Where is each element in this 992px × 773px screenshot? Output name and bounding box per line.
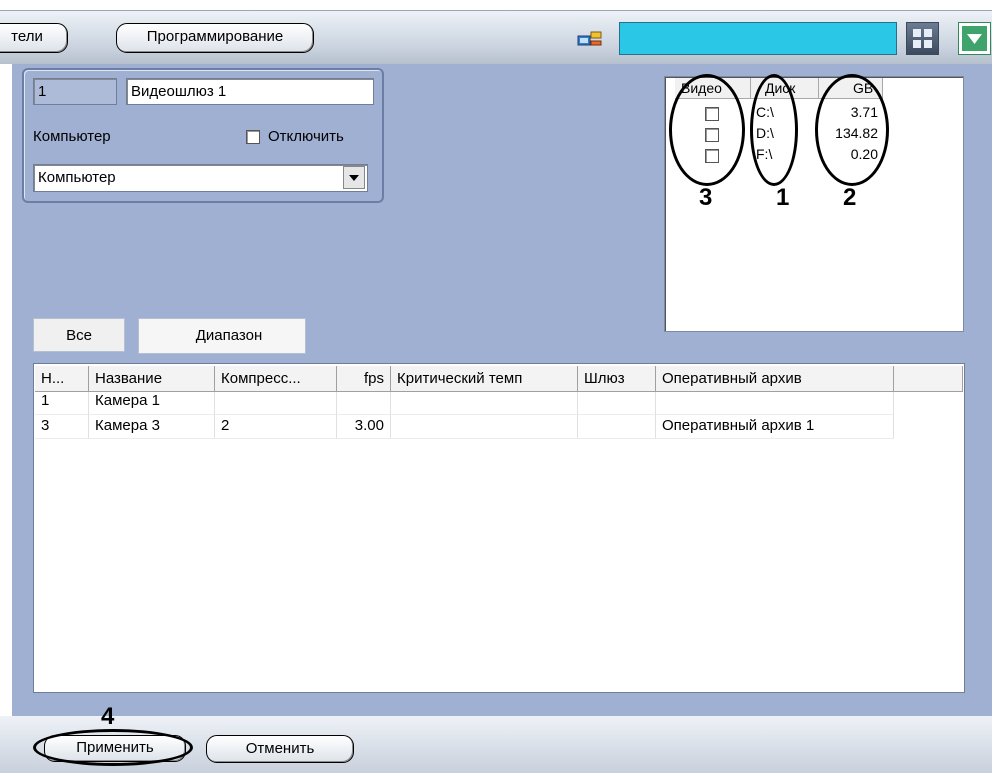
tab-partial-button[interactable]: тели [0, 23, 68, 53]
cell-name: Камера 3 [89, 415, 215, 439]
annotation-ellipse-video [669, 74, 745, 186]
column-header-gateway[interactable]: Шлюз [578, 366, 656, 392]
annotation-number-4: 4 [101, 703, 115, 730]
annotation-ellipse-gb [815, 74, 889, 186]
annotation-ellipse-apply [33, 729, 193, 766]
cell-gateway [578, 415, 656, 439]
id-field[interactable]: 1 [33, 78, 117, 105]
network-icon[interactable] [577, 30, 603, 50]
cell-name: Камера 1 [89, 392, 215, 415]
programming-button[interactable]: Программирование [116, 23, 314, 53]
tab-range[interactable]: Диапазон [138, 318, 306, 354]
cell-compression: 2 [215, 415, 337, 439]
annotation-number-3: 3 [699, 184, 713, 211]
disable-checkbox[interactable] [246, 130, 260, 144]
annotation-number-2: 2 [843, 184, 857, 211]
column-header-archive[interactable]: Оперативный архив [656, 366, 894, 392]
annotation-number-1: 1 [776, 184, 790, 211]
chevron-down-icon[interactable] [343, 166, 365, 189]
dropdown-green-icon[interactable] [958, 22, 991, 55]
annotation-ellipse-drive [750, 74, 798, 186]
cell-critical-temp [391, 415, 578, 439]
disable-label: Отключить [268, 128, 344, 145]
cancel-button[interactable]: Отменить [206, 735, 354, 763]
cell-number: 3 [35, 415, 89, 439]
cell-gateway [578, 392, 656, 415]
cell-fps: 3.00 [337, 415, 391, 439]
cell-number: 1 [35, 392, 89, 415]
status-field [619, 22, 897, 55]
cell-critical-temp [391, 392, 578, 415]
column-header-name[interactable]: Название [89, 366, 215, 392]
column-header-filler [894, 366, 963, 392]
cell-fps [337, 392, 391, 415]
cell-archive: Оперативный архив 1 [656, 415, 894, 439]
column-header-fps[interactable]: fps [337, 366, 391, 392]
computer-select[interactable]: Компьютер [33, 164, 368, 192]
cell-compression [215, 392, 337, 415]
panels-icon[interactable] [906, 22, 939, 55]
tab-all[interactable]: Все [33, 318, 125, 352]
column-header-compression[interactable]: Компресс... [215, 366, 337, 392]
column-header-critical-temp[interactable]: Критический темп [391, 366, 578, 392]
cell-archive [656, 392, 894, 415]
name-field[interactable]: Видеошлюз 1 [126, 78, 374, 105]
computer-label: Компьютер [33, 128, 111, 145]
column-header-number[interactable]: Н... [35, 366, 89, 392]
